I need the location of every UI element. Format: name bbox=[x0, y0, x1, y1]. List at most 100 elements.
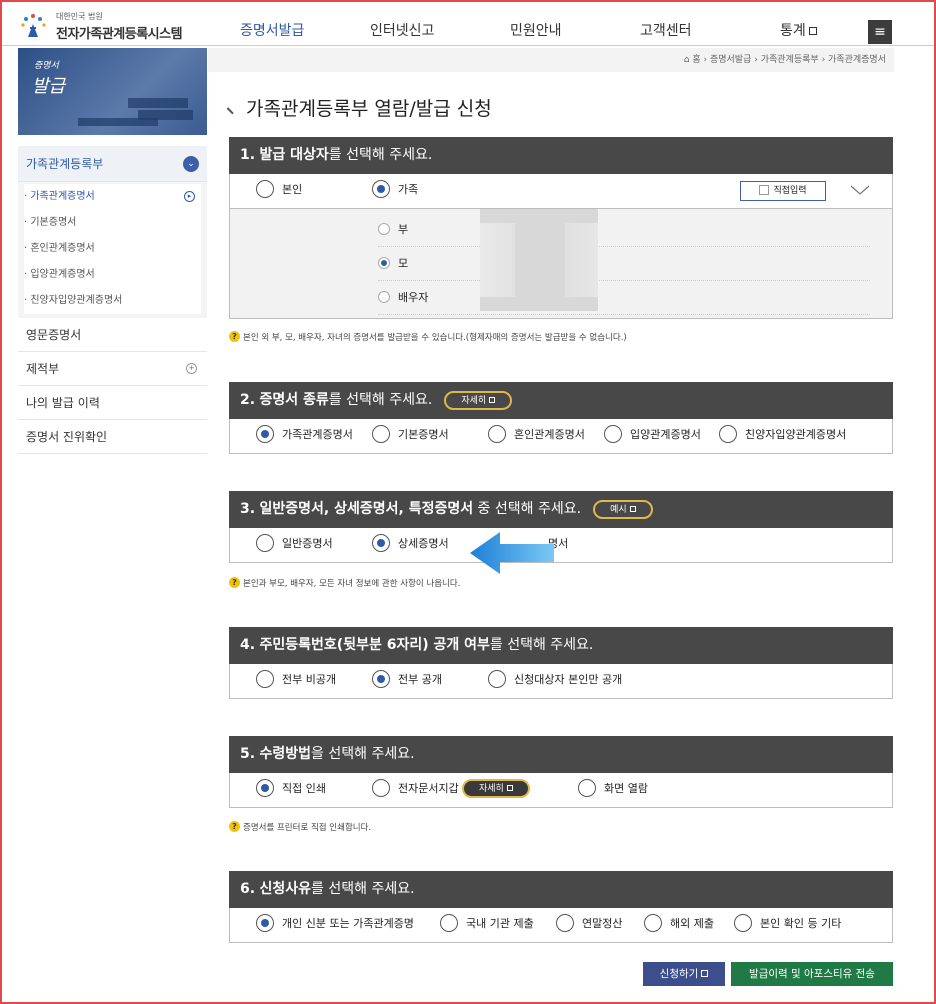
sidebar-subitem-adoption-cert[interactable]: · 입양관계증명서 bbox=[24, 262, 201, 288]
radio-detailed-cert[interactable]: 상세증명서 bbox=[372, 534, 449, 553]
direct-input-button[interactable]: 직접입력 bbox=[740, 181, 826, 201]
radio-adoption-cert[interactable]: 입양관계증명서 bbox=[604, 425, 701, 444]
chevron-down-icon[interactable] bbox=[850, 180, 870, 200]
radio-circle bbox=[372, 425, 390, 443]
radio-label: 화면 열람 bbox=[604, 782, 648, 795]
section-title-bold: 신청사유 bbox=[259, 881, 312, 897]
sidebar-item-verify[interactable]: 증명서 진위확인 bbox=[18, 420, 207, 454]
radio-circle bbox=[734, 914, 752, 932]
radio-circle bbox=[644, 914, 662, 932]
radio-full-adoption-cert[interactable]: 친양자입양관계증명서 bbox=[719, 425, 846, 444]
radio-general-cert[interactable]: 일반증명서 bbox=[256, 534, 333, 553]
banner-line-2: 발급 bbox=[32, 76, 66, 97]
radio-label: 모 bbox=[398, 257, 409, 270]
nav-certificate[interactable]: 증명서발급 bbox=[240, 20, 304, 40]
radio-marriage-cert[interactable]: 혼인관계증명서 bbox=[488, 425, 585, 444]
radio-label: 전부 비공개 bbox=[282, 673, 337, 686]
section-body: 본인 가족 직접입력 bbox=[229, 174, 893, 209]
radio-family[interactable]: 가족 bbox=[372, 180, 419, 199]
plus-circle-icon: + bbox=[186, 363, 197, 374]
help-icon: ? bbox=[229, 821, 240, 832]
page-title: 가족관계등록부 열람/발급 신청 bbox=[226, 94, 492, 121]
radio-circle bbox=[378, 223, 390, 235]
breadcrumb-home[interactable]: 홈 bbox=[692, 55, 700, 65]
sidebar-subitem-marriage-cert[interactable]: · 혼인관계증명서 bbox=[24, 236, 201, 262]
note-text: 증명서를 프린터로 직접 인쇄합니다. bbox=[243, 823, 372, 833]
logo-title: 전자가족관계등록시스템 bbox=[56, 27, 183, 42]
breadcrumb-item[interactable]: 증명서발급 bbox=[710, 55, 751, 65]
radio-spouse[interactable]: 배우자 bbox=[378, 281, 870, 315]
radio-label: 가족 bbox=[398, 183, 419, 196]
radio-circle-selected bbox=[256, 779, 274, 797]
nav-online-report[interactable]: 인터넷신고 bbox=[370, 20, 434, 40]
radio-circle bbox=[256, 534, 274, 552]
detail-button[interactable]: 자세히 bbox=[444, 391, 513, 410]
radio-e-wallet[interactable]: 전자문서지갑 bbox=[372, 779, 459, 798]
court-logo-icon bbox=[21, 14, 46, 37]
radio-mother[interactable]: 모 bbox=[378, 247, 870, 281]
sidebar-item-label: 가족관계등록부 bbox=[26, 157, 104, 171]
radio-label: 일반증명서 bbox=[282, 537, 333, 550]
section-num: 6. bbox=[240, 881, 256, 897]
section-num: 4. bbox=[240, 637, 256, 653]
radio-domestic-submit[interactable]: 국내 기관 제출 bbox=[440, 914, 534, 933]
sidebar-item-removed-register[interactable]: 제적부 + bbox=[18, 352, 207, 386]
send-apostille-button[interactable]: 발급이력 및 아포스티유 전송 bbox=[731, 962, 893, 986]
section-num: 3. bbox=[240, 501, 256, 517]
radio-family-cert[interactable]: 가족관계증명서 bbox=[256, 425, 353, 444]
e-wallet-detail-button[interactable]: 자세히 bbox=[462, 779, 530, 798]
section-body: 개인 신분 또는 가족관계증명 국내 기관 제출 연말정산 해외 제출 본인 확… bbox=[229, 908, 893, 943]
external-link-icon bbox=[629, 506, 636, 512]
radio-circle bbox=[256, 180, 274, 198]
radio-self[interactable]: 본인 bbox=[256, 180, 302, 199]
radio-label: 부 bbox=[398, 223, 409, 236]
radio-label: 혼인관계증명서 bbox=[514, 428, 585, 441]
radio-screen-view[interactable]: 화면 열람 bbox=[578, 779, 648, 798]
radio-direct-print[interactable]: 직접 인쇄 bbox=[256, 779, 326, 798]
note-section1: ? 본인 외 부, 모, 배우자, 자녀의 증명서를 발급받을 수 있습니다.(형… bbox=[229, 331, 627, 343]
radio-all-public[interactable]: 전부 공개 bbox=[372, 670, 442, 689]
breadcrumb-item[interactable]: 가족관계증명서 bbox=[828, 55, 886, 65]
sidebar-subitem-basic-cert[interactable]: · 기본증명서 bbox=[24, 210, 201, 236]
sidebar-subitem-full-adoption-cert[interactable]: · 친양자입양관계증명서 bbox=[24, 288, 201, 314]
radio-identity-proof[interactable]: 개인 신분 또는 가족관계증명 bbox=[256, 914, 414, 933]
hamburger-menu-icon[interactable]: ≡ bbox=[868, 20, 892, 44]
section-num: 1. bbox=[240, 147, 256, 163]
radio-other[interactable]: 본인 확인 등 기타 bbox=[734, 914, 841, 933]
example-button[interactable]: 예시 bbox=[593, 500, 653, 519]
section-header: 3. 일반증명서, 상세증명서, 특정증명서 중 선택해 주세요. 예시 bbox=[229, 491, 893, 528]
subitem-label: · 가족관계증명서 bbox=[24, 191, 95, 202]
section-num: 2. bbox=[240, 392, 256, 408]
home-icon[interactable]: ⌂ bbox=[684, 55, 690, 65]
sidebar-item-english-cert[interactable]: 영문증명서 bbox=[18, 318, 207, 352]
redaction-block bbox=[480, 209, 598, 223]
sidebar-item-my-history[interactable]: 나의 발급 이력 bbox=[18, 386, 207, 420]
radio-self-only-public[interactable]: 신청대상자 본인만 공개 bbox=[488, 670, 622, 689]
title-tick-icon bbox=[226, 101, 240, 115]
sidebar-subitem-family-cert[interactable]: · 가족관계증명서 ▸ bbox=[24, 184, 201, 210]
family-member-list: 부 모 배우자 bbox=[229, 209, 893, 319]
radio-label: 상세증명서 bbox=[398, 537, 449, 550]
sidebar-item-label: 제적부 bbox=[26, 362, 60, 376]
radio-father[interactable]: 부 bbox=[378, 213, 870, 247]
section-num: 5. bbox=[240, 746, 256, 762]
nav-customer-center[interactable]: 고객센터 bbox=[640, 20, 692, 40]
section-title-bold: 증명서 종류 bbox=[259, 392, 329, 408]
apply-button[interactable]: 신청하기 bbox=[643, 962, 725, 986]
breadcrumb-item[interactable]: 가족관계등록부 bbox=[761, 55, 819, 65]
note-section5: ? 증명서를 프린터로 직접 인쇄합니다. bbox=[229, 821, 371, 833]
radio-year-end-tax[interactable]: 연말정산 bbox=[556, 914, 622, 933]
checkbox-icon bbox=[759, 184, 770, 195]
radio-circle bbox=[719, 425, 737, 443]
radio-all-private[interactable]: 전부 비공개 bbox=[256, 670, 337, 689]
page-title-text: 가족관계등록부 열람/발급 신청 bbox=[246, 98, 492, 120]
nav-civil-guide[interactable]: 민원안내 bbox=[510, 20, 562, 40]
radio-circle bbox=[378, 291, 390, 303]
radio-overseas-submit[interactable]: 해외 제출 bbox=[644, 914, 714, 933]
direct-input-label: 직접입력 bbox=[773, 186, 807, 196]
radio-basic-cert[interactable]: 기본증명서 bbox=[372, 425, 449, 444]
sidebar-item-family-register[interactable]: 가족관계등록부 ⌄ bbox=[18, 146, 207, 182]
external-link-icon bbox=[489, 397, 496, 403]
nav-statistics[interactable]: 통계 bbox=[780, 20, 817, 40]
section-title-rest: 를 선택해 주세요. bbox=[328, 392, 433, 408]
